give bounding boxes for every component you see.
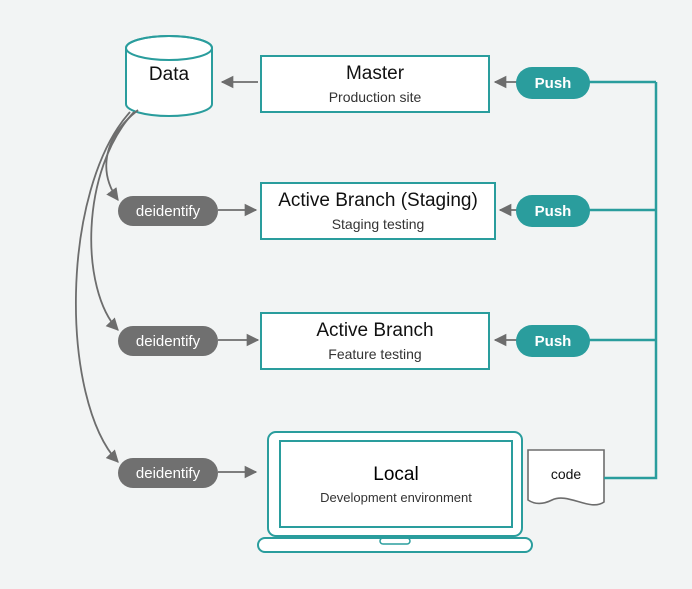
box-feature-title: Active Branch — [316, 320, 433, 342]
box-master-title: Master — [346, 63, 404, 85]
code-file-label: code — [524, 466, 608, 482]
box-staging-sub: Staging testing — [332, 216, 425, 232]
box-master-sub: Production site — [329, 89, 422, 105]
box-local-sub: Development environment — [320, 490, 472, 505]
pill-push-master: Push — [516, 67, 590, 99]
data-label: Data — [125, 64, 213, 86]
box-feature: Active Branch Feature testing — [260, 312, 490, 370]
pill-push-feature: Push — [516, 325, 590, 357]
diagram-stage: Data Master Production site Active Branc… — [0, 0, 692, 589]
pill-deidentify-feature: deidentify — [118, 326, 218, 356]
pill-deidentify-local: deidentify — [118, 458, 218, 488]
pill-deidentify-staging: deidentify — [118, 196, 218, 226]
box-staging: Active Branch (Staging) Staging testing — [260, 182, 496, 240]
box-local: Local Development environment — [280, 441, 512, 527]
box-local-title: Local — [373, 464, 418, 486]
box-staging-title: Active Branch (Staging) — [278, 190, 478, 212]
pill-push-staging: Push — [516, 195, 590, 227]
box-master: Master Production site — [260, 55, 490, 113]
box-feature-sub: Feature testing — [328, 346, 421, 362]
